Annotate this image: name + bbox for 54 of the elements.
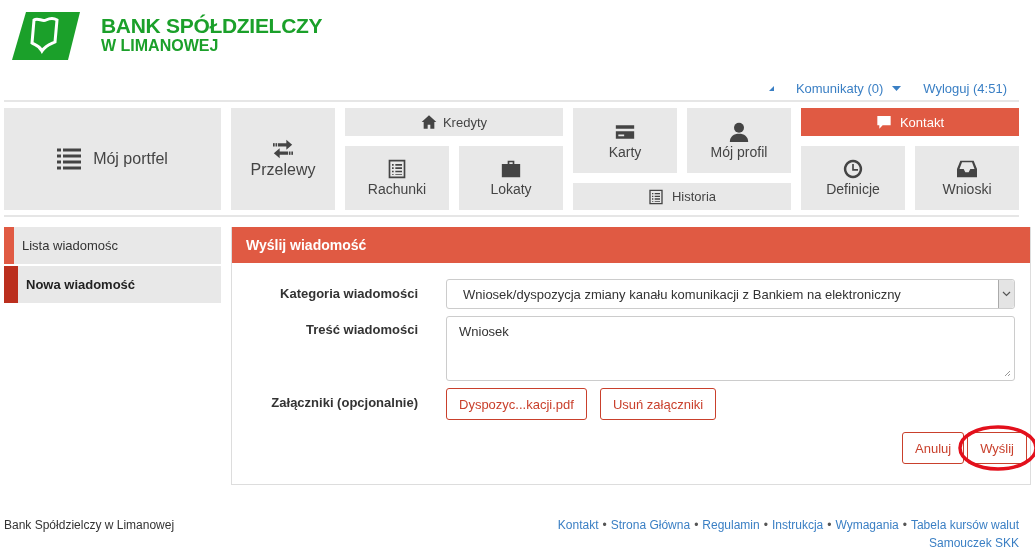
nav-tile[interactable]: Historia xyxy=(573,183,791,210)
field-label: Załączniki (opcjonalnie) xyxy=(270,394,418,412)
nav-tile[interactable]: Przelewy xyxy=(231,108,335,210)
document-icon xyxy=(647,188,664,205)
footer-link[interactable]: Samouczek SKK xyxy=(489,536,1019,550)
action-button[interactable]: Anuluj xyxy=(902,432,965,464)
panel-title: Wyślij wiadomość xyxy=(232,227,1030,263)
nav-tile[interactable]: Definicje xyxy=(801,146,905,210)
nav-tile[interactable]: Karty xyxy=(573,108,677,173)
action-button[interactable]: Wyślij xyxy=(967,432,1027,464)
footer-link[interactable]: Strona Główna xyxy=(610,518,691,532)
nav-tile[interactable]: Rachunki xyxy=(345,146,449,210)
bank-subtitle: W LIMANOWEJ xyxy=(101,37,220,55)
attachment-button[interactable]: Dyspozyc...kacji.pdf xyxy=(446,388,587,420)
triangle-icon xyxy=(768,85,774,91)
chevron-down-icon xyxy=(1002,291,1011,297)
message-textarea[interactable]: Wniosek xyxy=(446,316,1015,381)
footer-link[interactable]: Kontakt xyxy=(557,518,599,532)
sidebar-item[interactable]: Lista wiadomośc xyxy=(4,227,221,264)
separator-dot: • xyxy=(602,518,607,532)
bank-name: BANK SPÓŁDZIELCZY xyxy=(101,15,323,37)
person-icon xyxy=(729,121,749,142)
nav-tile[interactable]: Wnioski xyxy=(915,146,1019,210)
footer-link[interactable]: Regulamin xyxy=(702,518,760,532)
top-link[interactable]: Komunikaty (0) xyxy=(795,80,884,96)
nav-tile[interactable]: Kontakt xyxy=(801,108,1019,136)
sidebar-item[interactable]: Nowa wiadomość xyxy=(4,266,221,303)
nav-tile[interactable]: Mój profil xyxy=(687,108,791,173)
nav-tile[interactable]: Lokaty xyxy=(459,146,563,210)
list-icon xyxy=(57,147,82,171)
field-label: Treść wiadomości xyxy=(305,321,418,337)
nav-tile[interactable]: Kredyty xyxy=(345,108,563,136)
attachment-button[interactable]: Usuń załączniki xyxy=(599,388,717,420)
footer-link[interactable]: Wymagania xyxy=(835,518,899,532)
top-link[interactable]: Wyloguj (4:51) xyxy=(923,80,1007,96)
category-select[interactable]: Wniosek/dyspozycja zmiany kanału komunikacji z Bankiem na elektroniczny xyxy=(446,279,1015,309)
shield-logo-icon xyxy=(12,12,80,60)
chat-bubble-icon xyxy=(875,114,892,130)
separator-dot: • xyxy=(763,518,768,532)
house-icon xyxy=(420,114,437,130)
exchange-arrows-icon xyxy=(273,139,293,159)
inbox-tray-icon xyxy=(957,159,977,179)
separator-dot: • xyxy=(694,518,699,532)
briefcase-icon xyxy=(501,159,521,179)
clock-icon xyxy=(843,159,863,179)
separator-dot: • xyxy=(827,518,832,532)
footer-link[interactable]: Tabela kursów walut xyxy=(910,518,1019,532)
field-label: Kategoria wiadomości xyxy=(279,285,418,303)
document-icon xyxy=(387,159,407,179)
footer-text: Bank Spółdzielczy w Limanowej xyxy=(4,518,175,532)
nav-tile[interactable]: Mój portfel xyxy=(4,108,221,210)
footer-link[interactable]: Instrukcja xyxy=(771,518,824,532)
resize-grip-icon xyxy=(1004,370,1011,377)
separator-dot: • xyxy=(902,518,907,532)
